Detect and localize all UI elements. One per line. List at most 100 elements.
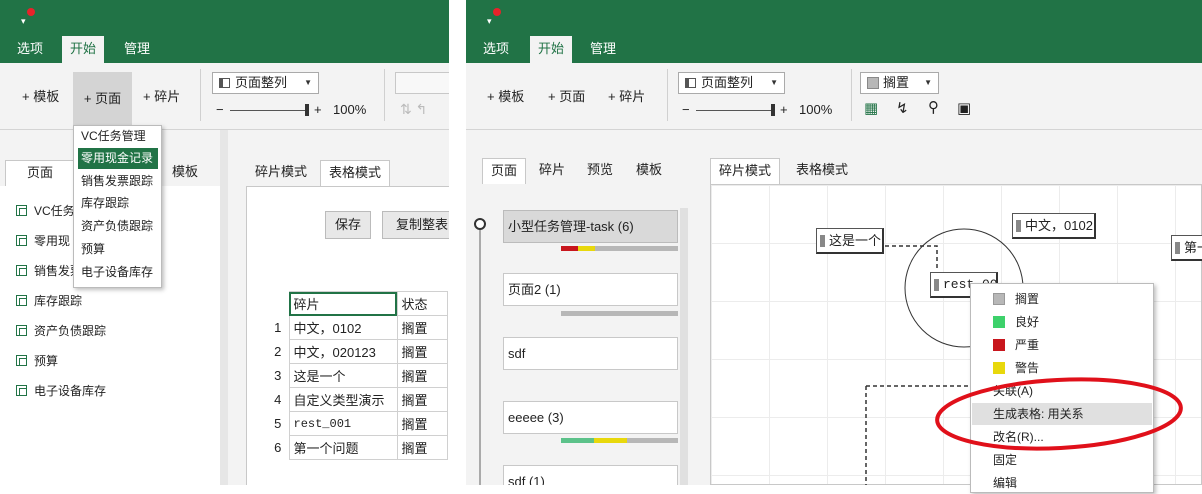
add-page-button[interactable]: + 页面 [73, 72, 132, 125]
add-fragment-button[interactable]: + 碎片 [608, 87, 645, 107]
page-template-dropdown: VC任务管理 零用现金记录 销售发票跟踪 库存跟踪 资产负债跟踪 预算 电子设备… [73, 125, 162, 288]
gray-swatch-icon [993, 293, 1005, 305]
zoom-slider[interactable]: − + 100% [682, 102, 842, 118]
dropdown-item[interactable]: 销售发票跟踪 [78, 171, 158, 192]
page-card[interactable]: 小型任务管理-task (6) [503, 210, 678, 243]
table-icon[interactable]: ▦ [864, 99, 878, 117]
tab-fragment-mode[interactable]: 碎片模式 [246, 160, 316, 186]
list-item[interactable]: VC任务 [16, 202, 75, 220]
left-window: ▾ 选项 开始 管理 + 模板 + 页面 + 碎片 页面整列 ▼ − + 100… [0, 0, 449, 485]
panel-tab-pages[interactable]: 页面 [5, 160, 75, 186]
scrollbar[interactable] [680, 208, 688, 485]
title-bar: ▾ [466, 0, 1202, 36]
fragment-node[interactable]: 这是一个 [816, 228, 884, 254]
page-card[interactable]: 页面2 (1) [503, 273, 678, 306]
tab-home[interactable]: 开始 [530, 36, 573, 63]
list-item[interactable]: 零用现 [16, 232, 70, 250]
zoom-out-button[interactable]: − [216, 102, 224, 117]
dropdown-item[interactable]: 电子设备库存 [78, 262, 158, 283]
grid-icon [219, 78, 230, 88]
panel-tab-preview[interactable]: 预览 [580, 158, 620, 184]
tab-options[interactable]: 选项 [475, 36, 517, 63]
timeline-node-icon [474, 218, 486, 230]
page-card[interactable]: sdf [503, 337, 678, 370]
zoom-slider[interactable]: − + 100% [216, 102, 376, 118]
add-template-button[interactable]: + 模板 [22, 87, 59, 107]
page-icon [16, 295, 27, 306]
dropdown-item[interactable]: 资产负债跟踪 [78, 216, 158, 237]
tab-home[interactable]: 开始 [62, 36, 105, 63]
tab-table-mode[interactable]: 表格模式 [784, 158, 860, 184]
table-row[interactable]: 3 这是一个 搁置 [267, 363, 448, 388]
copy-table-button[interactable]: 复制整表 [382, 211, 449, 239]
panel-tab-templates[interactable]: 模板 [160, 160, 210, 186]
tab-options[interactable]: 选项 [9, 36, 51, 63]
zoom-out-button[interactable]: − [682, 102, 690, 117]
status-combo[interactable]: 搁置 ▼ [860, 72, 939, 94]
dropdown-item[interactable]: 预算 [78, 239, 158, 260]
pin-icon[interactable]: ⚲ [928, 98, 939, 116]
menu-item-status-severe[interactable]: 严重 [993, 334, 1039, 356]
panel-tab-pages[interactable]: 页面 [482, 158, 526, 184]
status-swatch-icon [867, 77, 879, 89]
dropdown-item[interactable]: VC任务管理 [78, 126, 158, 147]
zoom-value: 100% [799, 102, 833, 117]
tab-manage[interactable]: 管理 [116, 36, 158, 63]
link-icon[interactable]: ↯ [896, 99, 909, 117]
layout-combo[interactable]: 页面整列 ▼ [678, 72, 785, 94]
page-card-list: 小型任务管理-task (6) 页面2 (1) sdf eeeee (3) sd… [474, 184, 690, 485]
tab-table-mode[interactable]: 表格模式 [320, 160, 390, 186]
table-row[interactable]: 1 中文，0102 搁置 [267, 315, 448, 340]
status-combo[interactable] [395, 72, 449, 94]
column-header[interactable]: 碎片 [288, 291, 398, 316]
tab-fragment-mode[interactable]: 碎片模式 [710, 158, 780, 184]
add-fragment-button[interactable]: + 碎片 [143, 87, 180, 107]
page-icon [16, 205, 27, 216]
app-icon[interactable]: ▾ [487, 8, 501, 26]
fragment-node[interactable]: 第一 [1171, 235, 1202, 261]
chevron-down-icon: ▼ [770, 78, 778, 87]
highlight-ellipse [935, 377, 1183, 451]
page-card[interactable]: sdf (1) [503, 465, 678, 485]
list-item[interactable]: 资产负债跟踪 [16, 322, 106, 340]
page-icon [16, 385, 27, 396]
dropdown-item[interactable]: 库存跟踪 [78, 193, 158, 214]
table-row[interactable]: 4 自定义类型演示 搁置 [267, 387, 448, 412]
add-page-button[interactable]: + 页面 [548, 87, 585, 107]
layout-combo[interactable]: 页面整列 ▼ [212, 72, 319, 94]
export-icon[interactable]: ▣ [957, 99, 971, 117]
dropdown-item[interactable]: 零用现金记录 [78, 148, 158, 169]
page-icon [16, 325, 27, 336]
tab-manage[interactable]: 管理 [582, 36, 624, 63]
list-item[interactable]: 电子设备库存 [16, 382, 106, 400]
ribbon-tabs: 选项 开始 管理 [0, 36, 449, 63]
zoom-in-button[interactable]: + [780, 102, 788, 118]
add-template-button[interactable]: + 模板 [487, 87, 524, 107]
splitter[interactable] [220, 130, 228, 485]
menu-item-status-good[interactable]: 良好 [993, 311, 1039, 333]
red-swatch-icon [993, 339, 1005, 351]
save-button[interactable]: 保存 [325, 211, 371, 239]
page-panel: 页面 碎片 预览 模板 小型任务管理-task (6) 页面2 (1) sdf … [466, 130, 694, 485]
fragment-node[interactable]: 中文，0102 [1012, 213, 1096, 239]
zoom-in-button[interactable]: + [314, 102, 322, 118]
column-header[interactable]: 状态 [396, 291, 448, 316]
list-item[interactable]: 预算 [16, 352, 58, 370]
app-icon[interactable]: ▾ [21, 8, 35, 26]
table-row[interactable]: 6 第一个问题 搁置 [267, 435, 448, 460]
panel-tab-fragments[interactable]: 碎片 [532, 158, 572, 184]
chevron-down-icon: ▼ [924, 78, 932, 87]
fragment-table: 碎片 状态 1 中文，0102 搁置 2 中文，020123 搁置 3 这是一个 搁置 4自… [267, 291, 448, 460]
grid-icon [685, 78, 696, 88]
page-card[interactable]: eeeee (3) [503, 401, 678, 434]
list-item[interactable]: 库存跟踪 [16, 292, 82, 310]
table-row[interactable]: 2 中文，020123 搁置 [267, 339, 448, 364]
menu-item-status-shelved[interactable]: 搁置 [993, 288, 1039, 310]
page-icon [16, 355, 27, 366]
green-swatch-icon [993, 316, 1005, 328]
menu-item-edit[interactable]: 编辑 [993, 472, 1017, 494]
panel-tab-templates[interactable]: 模板 [629, 158, 669, 184]
zoom-value: 100% [333, 102, 367, 117]
table-row[interactable]: 5 rest_001 搁置 [267, 411, 448, 436]
ribbon-tabs: 选项 开始 管理 [466, 36, 1202, 63]
